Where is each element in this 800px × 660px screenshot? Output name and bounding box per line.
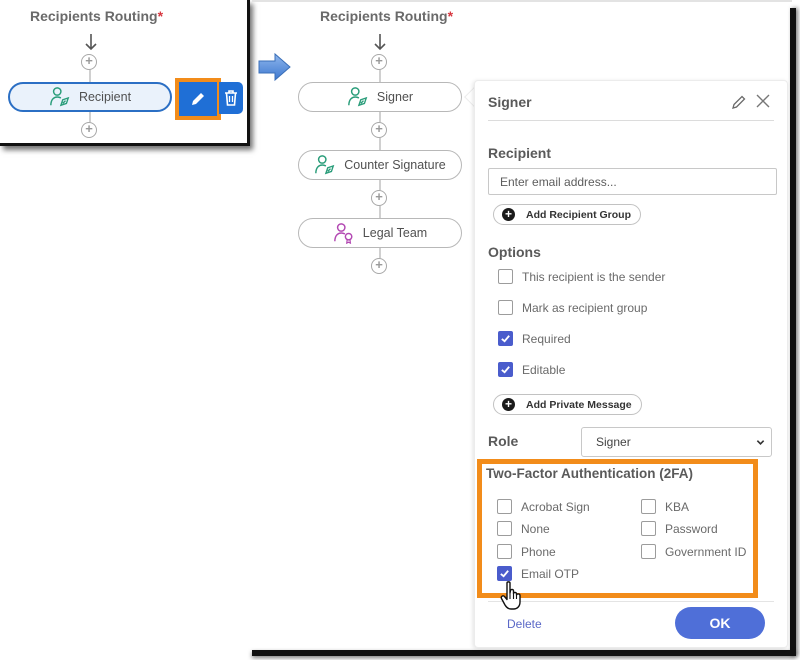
tfa-option-phone[interactable]: Phone: [497, 544, 556, 559]
checkmark-icon: [501, 366, 510, 374]
add-recipient-group-button[interactable]: + Add Recipient Group: [493, 204, 641, 225]
add-recipient-group-label: Add Recipient Group: [526, 208, 631, 221]
checkbox[interactable]: [497, 544, 512, 559]
routing-node-legal-team[interactable]: Legal Team: [298, 218, 462, 248]
checkbox[interactable]: [641, 544, 656, 559]
tfa-option-email-otp[interactable]: Email OTP: [497, 566, 579, 581]
add-step-button[interactable]: +: [371, 122, 387, 138]
down-arrow-icon: [374, 34, 386, 51]
routing-node-signer[interactable]: Signer: [298, 82, 462, 112]
option-recipient-group[interactable]: Mark as recipient group: [498, 300, 647, 315]
checkbox[interactable]: [641, 521, 656, 536]
role-select[interactable]: Signer: [581, 427, 772, 457]
required-marker: *: [157, 8, 164, 24]
close-icon[interactable]: [755, 93, 771, 109]
checkbox[interactable]: [498, 300, 513, 315]
option-label: Required: [522, 331, 571, 346]
checkmark-icon: [500, 570, 509, 578]
tfa-option-label: Phone: [521, 544, 556, 559]
footer-divider: [488, 601, 774, 602]
checkbox-checked[interactable]: [498, 362, 513, 377]
tfa-option-label: Email OTP: [521, 566, 580, 581]
plus-circle-icon: +: [502, 208, 515, 221]
hand-pointer-cursor-icon: [500, 581, 521, 610]
delete-node-button[interactable]: [219, 82, 243, 114]
user-badge-icon: [333, 223, 353, 244]
add-step-button[interactable]: +: [371, 190, 387, 206]
routing-title-text: Recipients Routing: [320, 8, 448, 24]
node-label: Signer: [376, 90, 414, 104]
connector-line: [379, 206, 381, 218]
connector-line: [379, 70, 381, 82]
user-sign-icon: [348, 87, 368, 107]
checkbox[interactable]: [497, 521, 512, 536]
ok-button[interactable]: OK: [675, 607, 765, 639]
tfa-option-label: Government ID: [665, 544, 747, 559]
recipient-section-label: Recipient: [488, 145, 552, 161]
node-label: Legal Team: [362, 226, 428, 240]
down-arrow-icon: [85, 34, 97, 51]
option-label: This recipient is the sender: [522, 269, 666, 284]
tfa-option-label: Acrobat Sign: [521, 499, 590, 514]
user-sign-icon: [50, 87, 70, 107]
tfa-option-government-id[interactable]: Government ID: [641, 544, 746, 559]
panel-title: Signer: [488, 94, 532, 110]
options-section-label: Options: [488, 244, 541, 260]
recipient-node[interactable]: Recipient: [8, 82, 172, 112]
checkbox[interactable]: [498, 269, 513, 284]
connector-line: [379, 138, 381, 150]
before-inset: Recipients Routing* + Recipient +: [0, 0, 250, 146]
routing-title-text: Recipients Routing: [30, 8, 158, 24]
role-selected-value: Signer: [596, 435, 631, 449]
tfa-option-acrobat-sign[interactable]: Acrobat Sign: [497, 499, 590, 514]
tfa-option-password[interactable]: Password: [641, 521, 718, 536]
frame-bottom-edge: [252, 650, 796, 656]
add-step-button[interactable]: +: [371, 258, 387, 274]
email-input[interactable]: [488, 168, 777, 195]
edit-node-button[interactable]: [175, 78, 221, 120]
option-label: Mark as recipient group: [522, 300, 648, 315]
option-sender[interactable]: This recipient is the sender: [498, 269, 665, 284]
routing-node-counter-signature[interactable]: Counter Signature: [298, 150, 462, 180]
tfa-option-kba[interactable]: KBA: [641, 499, 689, 514]
frame-top-edge: [252, 0, 792, 2]
tfa-option-label: KBA: [665, 499, 690, 514]
plus-circle-icon: +: [502, 398, 515, 411]
tfa-option-label: None: [521, 521, 550, 536]
checkmark-icon: [501, 335, 510, 343]
two-factor-label: Two-Factor Authentication (2FA): [486, 466, 693, 481]
add-private-message-label: Add Private Message: [526, 398, 632, 411]
connector-line: [89, 70, 91, 82]
pencil-icon: [192, 93, 204, 105]
header-divider: [488, 120, 774, 121]
frame-right-edge: [790, 8, 796, 656]
routing-title: Recipients Routing*: [320, 8, 453, 24]
add-private-message-button[interactable]: + Add Private Message: [493, 394, 642, 415]
tfa-option-label: Password: [665, 521, 718, 536]
rename-pencil-icon[interactable]: [731, 94, 747, 110]
routing-title: Recipients Routing*: [30, 8, 163, 24]
option-label: Editable: [522, 362, 566, 377]
chevron-down-icon: [756, 440, 765, 445]
option-editable[interactable]: Editable: [498, 362, 565, 377]
required-marker: *: [447, 8, 454, 24]
trash-icon: [225, 90, 237, 106]
tfa-option-none[interactable]: None: [497, 521, 550, 536]
node-label: Counter Signature: [344, 158, 446, 172]
recipient-node-label: Recipient: [78, 90, 132, 104]
role-label: Role: [488, 433, 519, 449]
add-step-button[interactable]: +: [371, 54, 387, 70]
user-sign-icon: [315, 155, 335, 175]
transition-arrow-icon: [258, 52, 291, 82]
delete-link[interactable]: Delete: [507, 617, 542, 631]
add-step-button[interactable]: +: [81, 54, 97, 70]
checkbox-checked[interactable]: [498, 331, 513, 346]
checkbox[interactable]: [497, 499, 512, 514]
checkbox-checked[interactable]: [497, 566, 512, 581]
option-required[interactable]: Required: [498, 331, 571, 346]
checkbox[interactable]: [641, 499, 656, 514]
add-step-button[interactable]: +: [81, 122, 97, 138]
